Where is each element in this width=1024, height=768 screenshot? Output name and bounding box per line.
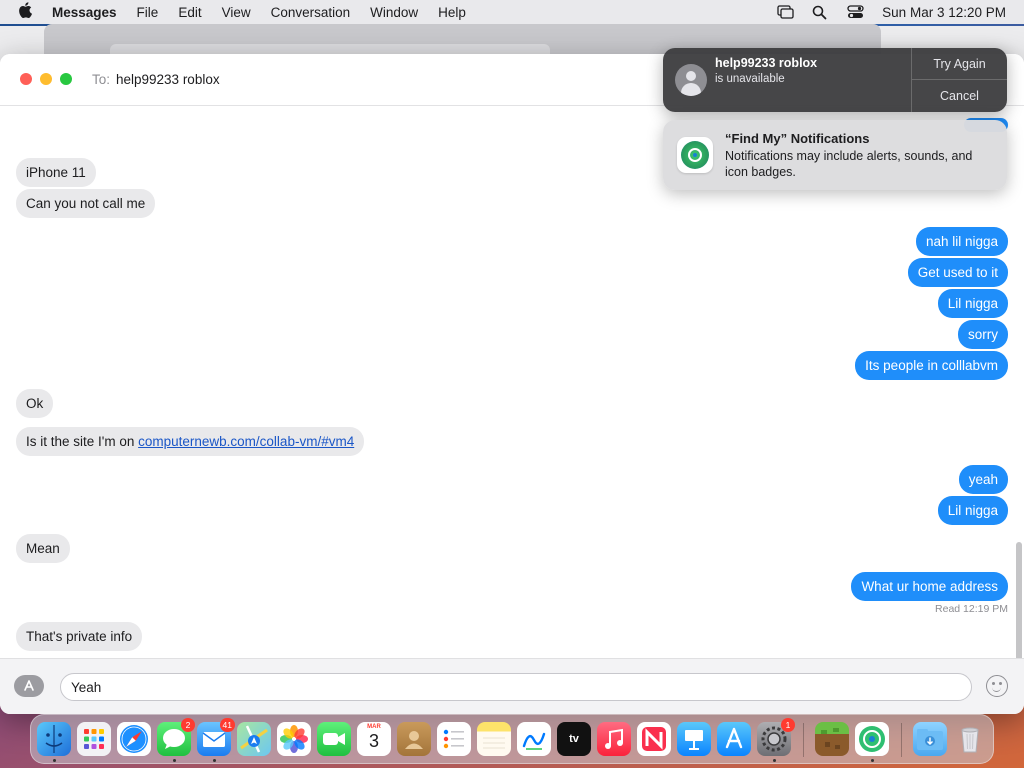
find-my-app-icon [677,137,713,173]
finder-icon[interactable] [37,722,71,756]
message-bubble-incoming: Can you not call me [16,189,156,218]
message-bubble-incoming-link: Is it the site I'm on computernewb.com/c… [16,427,365,456]
safari-icon[interactable] [117,722,151,756]
mail-icon[interactable]: 41 [197,718,235,756]
message-bubble-incoming: Ok [16,389,54,418]
notification-subtitle: is unavailable [715,73,785,85]
try-again-button[interactable]: Try Again [912,48,1007,80]
message-text: Is it the site I'm on [26,434,139,449]
message-bubble-outgoing: Get used to it [907,258,1008,287]
to-label: To: [92,72,111,87]
music-icon[interactable] [597,722,631,756]
menu-app-messages[interactable]: Messages [52,5,117,20]
spotlight-search-icon[interactable] [812,5,829,20]
app-store-apps-button[interactable] [14,675,44,697]
photos-icon[interactable] [277,722,311,756]
mail-badge: 41 [219,718,235,732]
menu-conversation[interactable]: Conversation [271,5,351,20]
notification-title: help99233 roblox [715,56,818,70]
notification-title: “Find My” Notifications [725,131,870,146]
close-window-button[interactable] [20,73,32,85]
messages-icon[interactable]: 2 [157,718,195,756]
trash-icon[interactable] [953,722,987,756]
emoji-icon [992,687,1001,692]
app-store-icon[interactable] [717,722,751,756]
cancel-button[interactable]: Cancel [912,80,1007,112]
facetime-icon[interactable] [317,722,351,756]
apple-menu-icon[interactable] [18,1,34,23]
window-controls [20,73,72,85]
news-icon[interactable] [637,722,671,756]
system-settings-icon[interactable]: 1 [757,718,795,756]
dock: 2 41 MAR 3 tv 1 [30,714,994,764]
contact-avatar-icon [675,64,707,96]
freeform-icon[interactable] [517,722,551,756]
find-my-icon[interactable] [855,722,889,756]
message-bubble-incoming: iPhone 11 [16,158,96,187]
findmy-notification[interactable]: “Find My” Notifications Notifications ma… [663,120,1007,190]
screen-mirroring-icon[interactable] [777,5,794,19]
message-bubble-incoming: That's private info [16,622,143,651]
tv-label: tv [569,733,579,745]
message-link[interactable]: computernewb.com/collab-vm/#vm4 [138,434,354,449]
reminders-icon[interactable] [437,722,471,756]
menu-view[interactable]: View [222,5,251,20]
menubar-clock[interactable]: Sun Mar 3 12:20 PM [882,5,1006,20]
message-bubble-outgoing: yeah [958,465,1008,494]
read-receipt: Read 12:19 PM [935,603,1008,615]
zoom-window-button[interactable] [60,73,72,85]
recipient-field[interactable]: help99233 roblox [116,72,220,87]
message-input[interactable]: Yeah [60,673,972,701]
message-bubble-outgoing: nah lil nigga [915,227,1008,256]
settings-badge: 1 [781,718,795,732]
emoji-button[interactable] [986,675,1008,697]
control-center-icon[interactable] [847,5,864,19]
calendar-day: 3 [368,731,379,751]
maps-icon[interactable] [237,722,271,756]
messages-badge: 2 [181,718,195,732]
contacts-icon[interactable] [397,722,431,756]
menu-file[interactable]: File [137,5,159,20]
minecraft-icon[interactable] [815,722,849,756]
notification-body: Notifications may include alerts, sounds… [725,149,973,179]
calendar-icon[interactable]: MAR 3 [357,722,391,756]
launchpad-icon[interactable] [77,722,111,756]
message-bubble-outgoing: What ur home address [851,572,1008,601]
composer-bar: Yeah [0,658,1024,714]
message-bubble-outgoing: sorry [958,320,1008,349]
transcript-scrollbar[interactable] [1016,542,1022,658]
minimize-window-button[interactable] [40,73,52,85]
message-bubble-incoming: Mean [16,534,70,563]
message-bubble-outgoing: Lil nigga [937,496,1008,525]
downloads-folder-icon[interactable] [913,722,947,756]
menu-help[interactable]: Help [438,5,466,20]
notes-icon[interactable] [477,722,511,756]
keynote-icon[interactable] [677,722,711,756]
apple-tv-icon[interactable]: tv [557,722,591,756]
message-bubble-outgoing: Its people in colllabvm [855,351,1008,380]
menu-window[interactable]: Window [370,5,418,20]
menu-edit[interactable]: Edit [178,5,201,20]
menu-bar: Messages File Edit View Conversation Win… [0,0,1024,24]
calendar-month: MAR [367,724,381,730]
message-bubble-outgoing: Lil nigga [937,289,1008,318]
call-unavailable-notification: help99233 roblox is unavailable Try Agai… [663,48,1007,112]
notification-actions: Try Again Cancel [911,48,1007,112]
